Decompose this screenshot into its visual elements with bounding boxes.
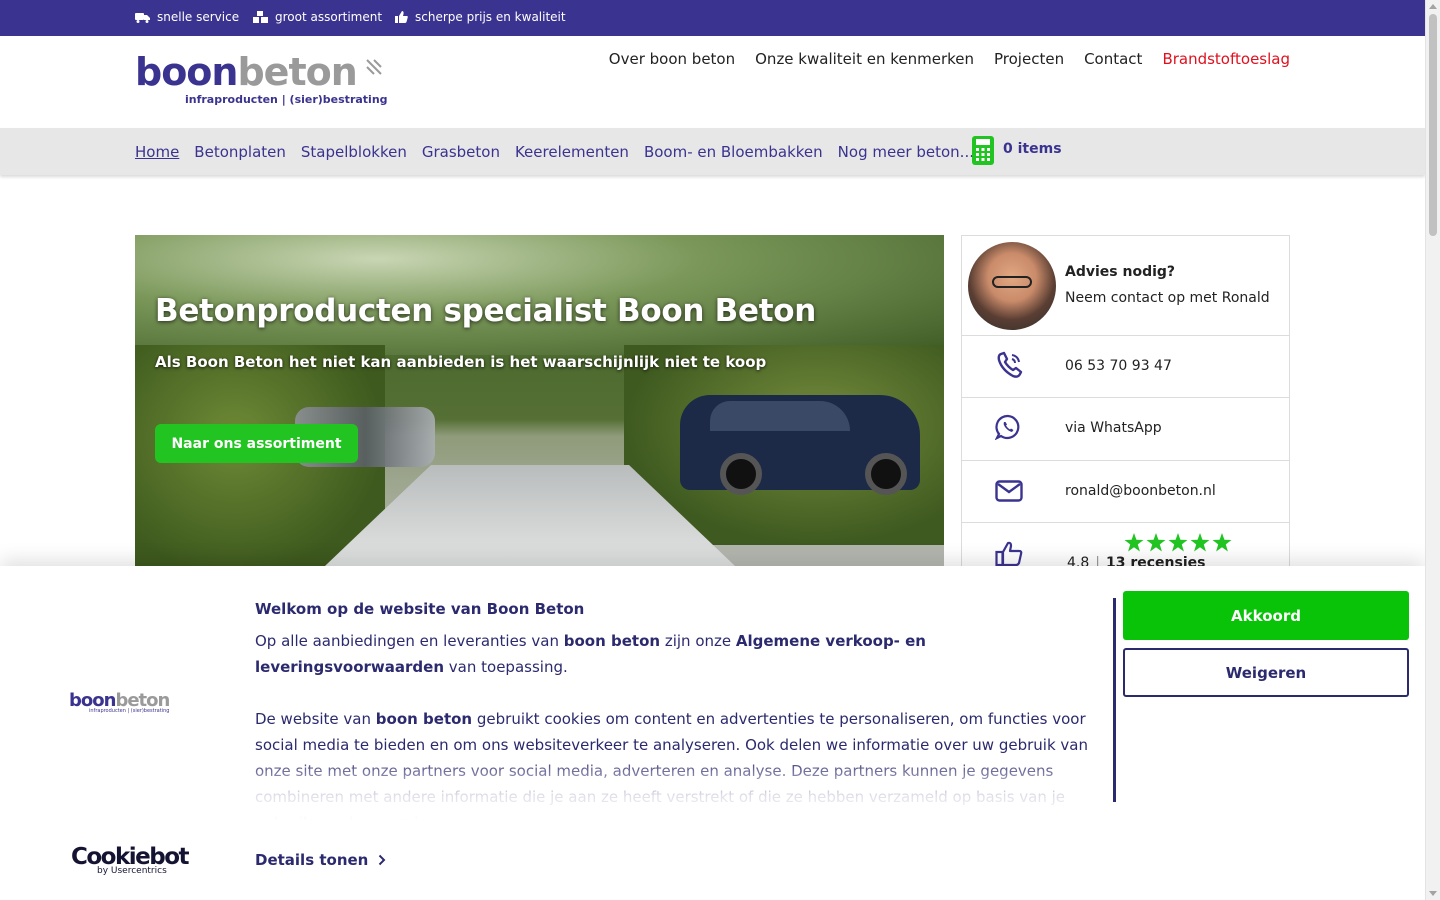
rating-stars (1124, 533, 1232, 552)
topnav-projecten[interactable]: Projecten (994, 50, 1064, 68)
scroll-down-icon[interactable] (1429, 891, 1437, 896)
calculator-icon (972, 136, 994, 165)
cookie-text-part: van toepassing. (444, 658, 568, 676)
scroll-up-icon[interactable] (1429, 4, 1437, 9)
cookiebot-logo[interactable]: Cookiebot by Usercentrics (71, 844, 190, 876)
usp-bar: snelle service groot assortiment scherpe… (0, 0, 1425, 36)
contact-phone[interactable]: 06 53 70 93 47 (962, 336, 1289, 398)
logo-wordmark: boonbeton (135, 50, 358, 94)
site-header: boonbeton infraproducten | (sier)bestrat… (0, 36, 1425, 128)
cat-home[interactable]: Home (135, 143, 179, 161)
cookie-accept-button[interactable]: Akkoord (1123, 591, 1409, 640)
cookie-paragraph: Op alle aanbiedingen en leveranties van … (255, 628, 1095, 680)
assortment-button[interactable]: Naar ons assortiment (155, 424, 358, 463)
cat-bloembakken[interactable]: Boom- en Bloembakken (644, 143, 823, 161)
star-icon (1168, 533, 1188, 552)
contact-advisor: Advies nodig? Neem contact op met Ronald (962, 236, 1289, 336)
email-address: ronald@boonbeton.nl (1065, 483, 1216, 499)
cat-keerelementen[interactable]: Keerelementen (515, 143, 629, 161)
star-icon (1124, 533, 1144, 552)
cookie-details-toggle[interactable]: Details tonen (255, 851, 386, 869)
star-icon (1146, 533, 1166, 552)
envelope-icon (995, 480, 1023, 502)
hero-subtitle: Als Boon Beton het niet kan aanbieden is… (155, 353, 767, 371)
hero-banner: Betonproducten specialist Boon Beton Als… (135, 235, 944, 570)
contact-email[interactable]: ronald@boonbeton.nl (962, 461, 1289, 523)
cookie-decline-button[interactable]: Weigeren (1123, 648, 1409, 697)
cat-more[interactable]: Nog meer beton...↓ (838, 143, 993, 161)
usp-label: scherpe prijs en kwaliteit (415, 10, 566, 24)
truck-icon (135, 12, 150, 23)
advice-heading: Advies nodig? (1065, 264, 1176, 280)
star-icon (1212, 533, 1232, 552)
whatsapp-icon (995, 414, 1020, 440)
cat-more-label: Nog meer beton... (837, 143, 974, 161)
cart-summary[interactable]: 0 items (972, 136, 1062, 165)
contact-whatsapp[interactable]: via WhatsApp (962, 398, 1289, 461)
usp-label: snelle service (157, 10, 240, 24)
top-navigation: Over boon beton Onze kwaliteit en kenmer… (609, 50, 1290, 68)
whatsapp-label: via WhatsApp (1065, 420, 1162, 436)
phone-icon (997, 351, 1023, 378)
logo-tagline: infraproducten | (sier)bestrating (185, 93, 388, 106)
page-scrollbar[interactable] (1425, 0, 1440, 900)
thumbs-up-icon (395, 11, 408, 23)
cat-stapelblokken[interactable]: Stapelblokken (301, 143, 407, 161)
cookie-site-logo: boonbeton infraproducten | (sier)bestrat… (69, 690, 170, 714)
advisor-avatar (968, 242, 1056, 330)
usp-item: snelle service (135, 10, 239, 24)
topnav-brandstoftoeslag[interactable]: Brandstoftoeslag (1162, 50, 1290, 68)
contact-panel: Advies nodig? Neem contact op met Ronald… (961, 235, 1290, 575)
cookie-logo-tagline: infraproducten | (sier)bestrating (89, 708, 170, 714)
hero-car-wheel (865, 453, 907, 495)
scroll-thumb[interactable] (1429, 14, 1437, 236)
thumbs-up-icon (995, 541, 1023, 567)
phone-number: 06 53 70 93 47 (1065, 358, 1172, 374)
topnav-contact[interactable]: Contact (1084, 50, 1142, 68)
usp-label: groot assortiment (275, 10, 383, 24)
cookie-details-label: Details tonen (255, 851, 369, 869)
cookie-text-part: zijn onze (660, 632, 736, 650)
cookie-text-part: De website van (255, 710, 376, 728)
cookie-text-part: Op alle aanbiedingen en leveranties van (255, 632, 564, 650)
hero-title: Betonproducten specialist Boon Beton (155, 293, 816, 329)
logo-word-beton: beton (237, 50, 357, 94)
category-navigation: Home Betonplaten Stapelblokken Grasbeton… (0, 128, 1425, 175)
cat-betonplaten[interactable]: Betonplaten (194, 143, 286, 161)
site-logo[interactable]: boonbeton infraproducten | (sier)bestrat… (135, 50, 388, 108)
cookie-text-strong: boon beton (375, 710, 473, 728)
cookie-text-strong: boon beton (563, 632, 661, 650)
boxes-icon (253, 11, 268, 23)
cookie-consent-banner: boonbeton infraproducten | (sier)bestrat… (0, 566, 1425, 900)
advice-subheading: Neem contact op met Ronald (1065, 290, 1270, 306)
cookie-text-fade (255, 756, 1105, 822)
topnav-over[interactable]: Over boon beton (609, 50, 735, 68)
logo-mark-icon (366, 59, 382, 75)
usp-item: scherpe prijs en kwaliteit (395, 10, 566, 24)
cookie-divider (1113, 598, 1116, 802)
usp-item: groot assortiment (253, 10, 382, 24)
cat-grasbeton[interactable]: Grasbeton (422, 143, 500, 161)
cart-count: 0 items (1003, 141, 1062, 157)
topnav-kwaliteit[interactable]: Onze kwaliteit en kenmerken (755, 50, 974, 68)
logo-word-boon: boon (135, 50, 238, 94)
cookie-title: Welkom op de website van Boon Beton (255, 600, 585, 618)
hero-car-wheel (720, 453, 762, 495)
chevron-right-icon (379, 854, 386, 866)
star-icon (1190, 533, 1210, 552)
